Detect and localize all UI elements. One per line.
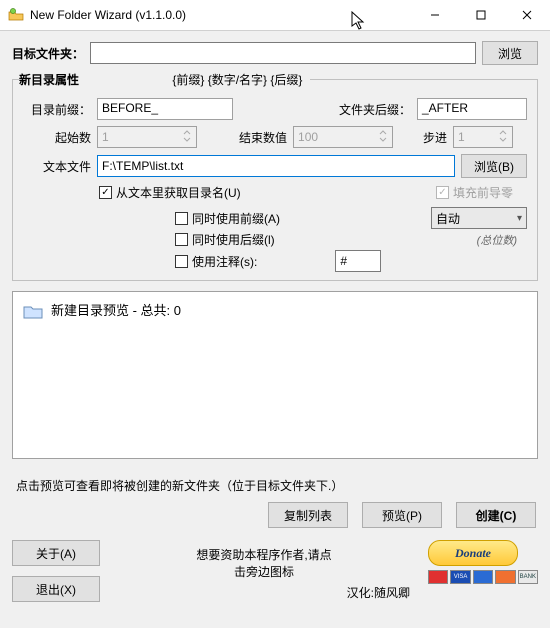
browse-button[interactable]: 浏览 [482,41,538,65]
close-button[interactable] [504,0,550,30]
target-folder-label: 目标文件夹： [12,45,84,62]
preview-title: 新建目录预览 - 总共: 0 [51,303,181,318]
spinner-icon [378,129,388,146]
use-suffix-label: 同时使用后缀(l) [192,231,275,248]
use-comment-checkbox[interactable] [175,255,188,268]
auto-select[interactable]: 自动 ▾ [431,207,527,229]
suffix-input[interactable]: _AFTER [417,98,527,120]
chevron-down-icon: ▾ [517,213,522,224]
pad-zero-label: 填充前导零 [453,184,513,201]
from-text-label: 从文本里获取目录名(U) [116,184,241,201]
spinner-icon [182,129,192,146]
minimize-button[interactable] [412,0,458,30]
step-spinner: 1 [453,126,513,148]
use-prefix-label: 同时使用前缀(A) [192,210,280,227]
about-button[interactable]: 关于(A) [12,540,100,566]
maximize-button[interactable] [458,0,504,30]
payment-cards-icon: VISA BANK [428,570,538,584]
use-suffix-checkbox[interactable] [175,233,188,246]
credit: 汉化:随风卿 [114,584,414,601]
format-hint: {前缀} {数字/名字} {后缀} [172,73,302,87]
from-text-checkbox[interactable]: ✓ [99,186,112,199]
prefix-label: 目录前缀： [23,101,91,118]
donate-line2: 击旁边图标 [114,563,414,580]
spinner-icon [498,129,508,146]
exit-button[interactable]: 退出(X) [12,576,100,602]
create-button[interactable]: 创建(C) [456,502,536,528]
copy-list-button[interactable]: 复制列表 [268,502,348,528]
end-spinner: 100 [293,126,393,148]
app-icon [8,7,24,23]
digits-label: (总位数) [477,232,517,248]
start-spinner: 1 [97,126,197,148]
preview-button[interactable]: 预览(P) [362,502,442,528]
textfile-input[interactable] [97,155,455,177]
folder-icon [23,304,43,320]
browse-b-button[interactable]: 浏览(B) [461,154,527,178]
donate-line1: 想要资助本程序作者,请点 [114,546,414,563]
preview-listbox[interactable]: 新建目录预览 - 总共: 0 [12,291,538,459]
preview-hint: 点击预览可查看即将被创建的新文件夹（位于目标文件夹下.） [16,477,538,494]
suffix-label: 文件夹后缀： [339,101,411,118]
pad-zero-checkbox: ✓ [436,186,449,199]
use-prefix-checkbox[interactable] [175,212,188,225]
attributes-legend: 新目录属性 {前缀} {数字/名字} {后缀} [19,71,310,88]
end-label: 结束数值 [239,129,287,146]
donate-button[interactable]: Donate [428,540,518,566]
window-title: New Folder Wizard (v1.1.0.0) [30,8,412,22]
step-label: 步进 [423,129,447,146]
target-folder-input[interactable] [90,42,476,64]
start-label: 起始数 [23,129,91,146]
use-comment-label: 使用注释(s): [192,253,257,270]
new-folder-attributes-group: 新目录属性 {前缀} {数字/名字} {后缀} 目录前缀： BEFORE_ 文件… [12,71,538,281]
prefix-input[interactable]: BEFORE_ [97,98,233,120]
comment-input[interactable] [335,250,381,272]
textfile-label: 文本文件 [23,158,91,175]
